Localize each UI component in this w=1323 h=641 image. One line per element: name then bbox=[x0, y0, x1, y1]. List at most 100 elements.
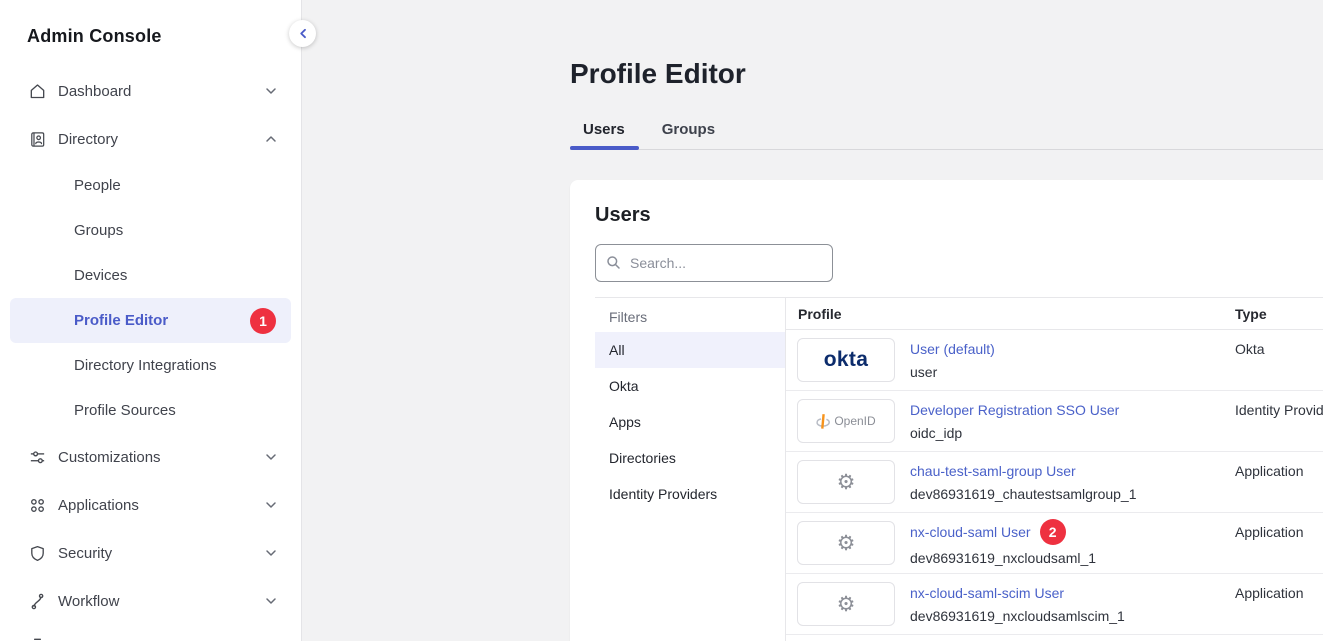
filter-label: All bbox=[609, 342, 625, 358]
sidebar-item-label: Devices bbox=[74, 267, 127, 284]
sidebar-item-label: Profile Editor bbox=[74, 312, 168, 329]
profile-link[interactable]: nx-cloud-saml User 2 bbox=[910, 519, 1096, 545]
sidebar-item-applications[interactable]: Applications bbox=[0, 481, 301, 529]
profile-cell: ⚙ nx-cloud-saml-scim User dev86931619_nx… bbox=[786, 582, 1235, 626]
profile-id: dev86931619_nxcloudsaml_1 bbox=[910, 548, 1096, 568]
profile-link[interactable]: nx-cloud-saml-scim User bbox=[910, 583, 1125, 603]
profile-text: chau-test-saml-group User dev86931619_ch… bbox=[910, 461, 1137, 504]
table-row: ⚙ nx-cloud-saml User 2 dev86931619_nxclo… bbox=[786, 513, 1323, 574]
sliders-icon bbox=[27, 447, 47, 467]
filter-all[interactable]: All bbox=[595, 332, 785, 368]
profile-type: Application bbox=[1235, 513, 1304, 540]
tab-users[interactable]: Users bbox=[570, 121, 639, 149]
chevron-up-icon bbox=[265, 135, 277, 143]
sidebar-item-label: Profile Sources bbox=[74, 402, 176, 419]
sidebar-item-label: Security bbox=[58, 545, 112, 562]
reports-icon bbox=[27, 635, 47, 641]
profile-cell: OpenID Developer Registration SSO User o… bbox=[786, 399, 1235, 443]
sidebar-item-workflow[interactable]: Workflow bbox=[0, 577, 301, 625]
chevron-down-icon bbox=[265, 549, 277, 557]
table-row: OpenID Developer Registration SSO User o… bbox=[786, 391, 1323, 452]
column-header-type: Type bbox=[1235, 306, 1267, 322]
main-content: Profile Editor Users Groups Users Filter… bbox=[302, 0, 1323, 641]
users-card: Users Filters All Okta Apps bbox=[570, 180, 1323, 641]
profile-type: Okta bbox=[1235, 330, 1265, 357]
sidebar-item-profile-sources[interactable]: Profile Sources bbox=[0, 388, 301, 433]
search-icon bbox=[606, 255, 621, 270]
table-row: ⚙ nx-cloud-saml-scim User dev86931619_nx… bbox=[786, 574, 1323, 635]
profile-name: nx-cloud-saml User bbox=[910, 522, 1031, 542]
chevron-left-icon bbox=[298, 28, 308, 39]
profile-cell: ⚙ nx-cloud-saml User 2 dev86931619_nxclo… bbox=[786, 519, 1235, 568]
profile-type: Identity Provider bbox=[1235, 391, 1323, 418]
profile-id: dev86931619_nxcloudsamlscim_1 bbox=[910, 606, 1125, 626]
profile-name: nx-cloud-saml-scim User bbox=[910, 583, 1064, 603]
filter-apps[interactable]: Apps bbox=[595, 404, 785, 440]
profile-cell: okta User (default) user bbox=[786, 338, 1235, 382]
sidebar-item-partial[interactable] bbox=[0, 625, 301, 641]
filter-directories[interactable]: Directories bbox=[595, 440, 785, 476]
search-box bbox=[595, 244, 833, 282]
okta-wordmark: okta bbox=[824, 348, 868, 372]
sidebar-item-devices[interactable]: Devices bbox=[0, 253, 301, 298]
filters-and-table: Filters All Okta Apps Directories Identi… bbox=[595, 297, 1323, 641]
annotation-badge-2: 2 bbox=[1040, 519, 1066, 545]
app-logo-box: ⚙ bbox=[797, 521, 895, 565]
filter-label: Okta bbox=[609, 378, 639, 394]
tab-label: Users bbox=[583, 121, 625, 138]
sidebar-item-directory-integrations[interactable]: Directory Integrations bbox=[0, 343, 301, 388]
gear-icon: ⚙ bbox=[837, 472, 856, 493]
tab-bar: Users Groups bbox=[570, 121, 1323, 150]
profile-link[interactable]: chau-test-saml-group User bbox=[910, 461, 1137, 481]
profile-text: Developer Registration SSO User oidc_idp bbox=[910, 400, 1119, 443]
profile-name: User (default) bbox=[910, 339, 995, 359]
filter-okta[interactable]: Okta bbox=[595, 368, 785, 404]
profile-id: oidc_idp bbox=[910, 423, 1119, 443]
profile-type: Application bbox=[1235, 574, 1304, 601]
profile-text: User (default) user bbox=[910, 339, 995, 382]
sidebar: Admin Console Dashboard Directory People… bbox=[0, 0, 302, 641]
gear-icon: ⚙ bbox=[837, 594, 856, 615]
directory-icon bbox=[27, 129, 47, 149]
sidebar-item-directory[interactable]: Directory bbox=[0, 115, 301, 163]
search-input[interactable] bbox=[595, 244, 833, 282]
profile-id: user bbox=[910, 362, 995, 382]
sidebar-collapse-button[interactable] bbox=[289, 20, 316, 47]
filter-label: Directories bbox=[609, 450, 676, 466]
profile-link[interactable]: Developer Registration SSO User bbox=[910, 400, 1119, 420]
profile-name: Developer Registration SSO User bbox=[910, 400, 1119, 420]
grid-dots-icon bbox=[27, 495, 47, 515]
profile-text: nx-cloud-saml-scim User dev86931619_nxcl… bbox=[910, 583, 1125, 626]
sidebar-item-customizations[interactable]: Customizations bbox=[0, 433, 301, 481]
table-row: ⚙ chau-test-saml-group User dev86931619_… bbox=[786, 452, 1323, 513]
chevron-down-icon bbox=[265, 87, 277, 95]
filter-identity-providers[interactable]: Identity Providers bbox=[595, 476, 785, 512]
app-logo-box: ⚙ bbox=[797, 582, 895, 626]
sidebar-item-groups[interactable]: Groups bbox=[0, 208, 301, 253]
filter-label: Apps bbox=[609, 414, 641, 430]
sidebar-item-label: Customizations bbox=[58, 449, 161, 466]
app-title: Admin Console bbox=[27, 26, 301, 47]
profile-cell: ⚙ chau-test-saml-group User dev86931619_… bbox=[786, 460, 1235, 504]
shield-icon bbox=[27, 543, 47, 563]
table-header: Profile Type bbox=[786, 298, 1323, 330]
home-icon bbox=[27, 81, 47, 101]
sidebar-item-label: Dashboard bbox=[58, 83, 131, 100]
sidebar-item-security[interactable]: Security bbox=[0, 529, 301, 577]
table-row: okta User (default) user Okta bbox=[786, 330, 1323, 391]
profile-id: dev86931619_chautestsamlgroup_1 bbox=[910, 484, 1137, 504]
annotation-badge-1: 1 bbox=[250, 308, 276, 334]
sidebar-item-people[interactable]: People bbox=[0, 163, 301, 208]
sidebar-item-label: Groups bbox=[74, 222, 123, 239]
card-title: Users bbox=[595, 204, 1323, 227]
chevron-down-icon bbox=[265, 453, 277, 461]
filters-label: Filters bbox=[595, 298, 785, 332]
sidebar-item-profile-editor[interactable]: Profile Editor 1 bbox=[10, 298, 291, 343]
profiles-table: Profile Type okta User (default) user bbox=[786, 298, 1323, 641]
sidebar-item-dashboard[interactable]: Dashboard bbox=[0, 67, 301, 115]
filter-label: Identity Providers bbox=[609, 486, 717, 502]
workflow-icon bbox=[27, 591, 47, 611]
sidebar-item-label: Applications bbox=[58, 497, 139, 514]
profile-link[interactable]: User (default) bbox=[910, 339, 995, 359]
tab-groups[interactable]: Groups bbox=[649, 121, 729, 149]
